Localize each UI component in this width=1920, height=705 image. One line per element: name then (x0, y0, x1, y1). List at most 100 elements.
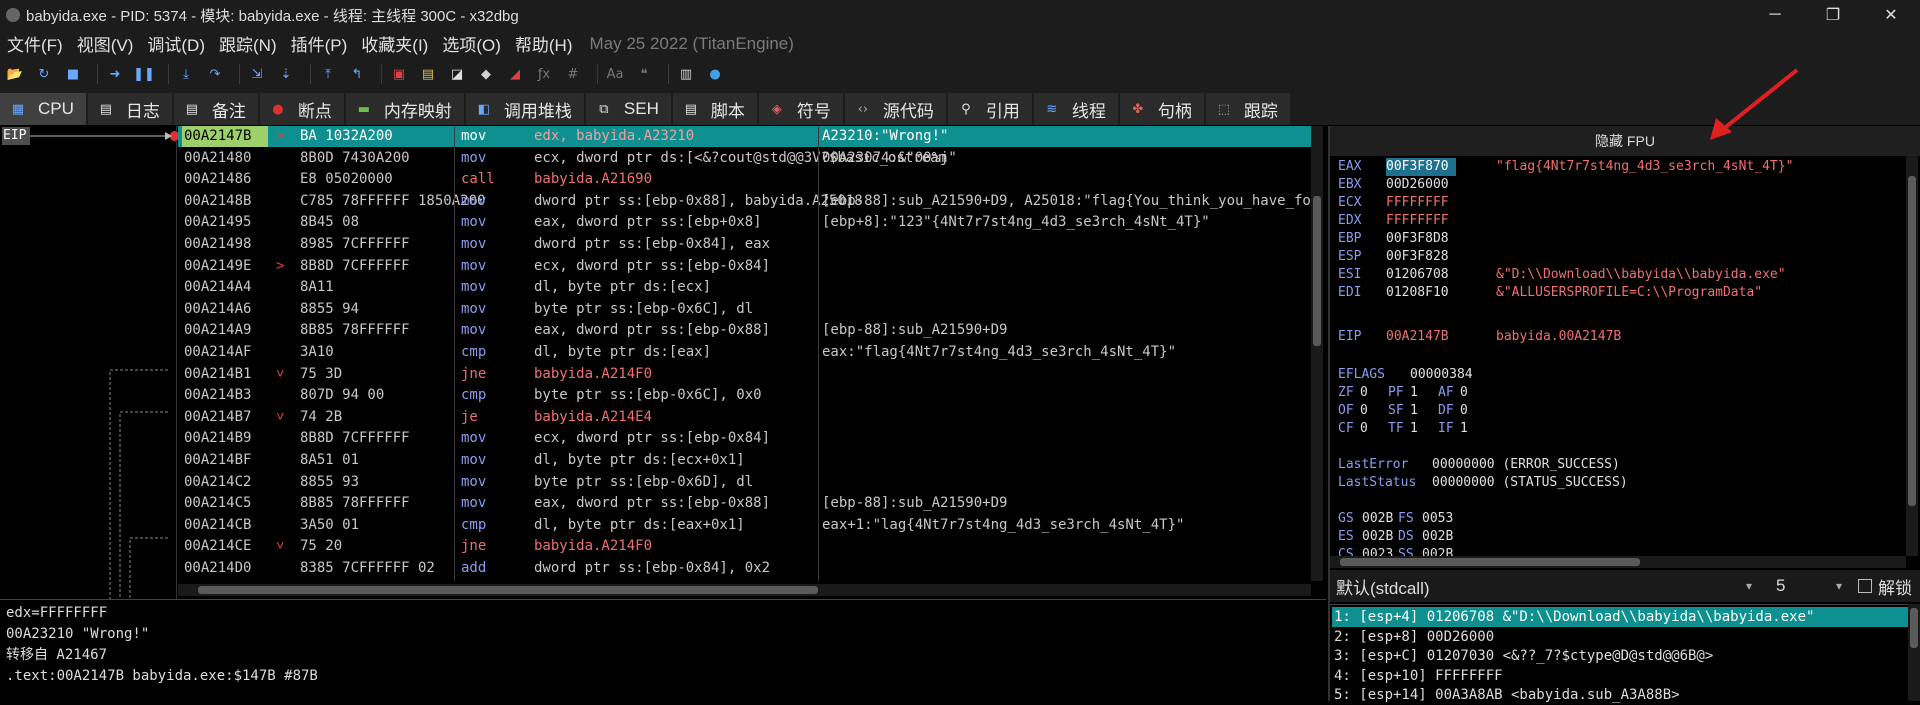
disasm-row[interactable]: 00A214C5 8B85 78FFFFFF mov eax, dword ptr s… (178, 493, 1311, 514)
tab-threads[interactable]: ≋ 线程 (1033, 93, 1118, 125)
stack-arg-row[interactable]: 5: [esp+14] 00A3A8AB <babyida.sub_A3A88B… (1332, 685, 1908, 705)
run-icon[interactable]: ➜ (104, 63, 126, 85)
tab-references[interactable]: ⚲ 引用 (947, 93, 1032, 125)
register-value[interactable]: 002B (1422, 528, 1453, 546)
stack-arg-row[interactable]: 2: [esp+8] 00D26000 (1332, 627, 1908, 647)
function-icon[interactable]: ◢ (504, 63, 526, 85)
disasm-row[interactable]: 00A21486 E8 05020000 call babyida.A21690 (178, 169, 1311, 190)
disasm-row[interactable]: 00A214AF 3A10 cmp dl, byte ptr ds:[eax] eax:… (178, 342, 1311, 363)
register-value[interactable]: FFFFFFFF (1386, 212, 1456, 230)
disasm-row[interactable]: 00A214B7 ˅ 74 2B je babyida.A214E4 (178, 407, 1311, 428)
menu-item[interactable]: 跟踪(N) (212, 31, 284, 56)
register-value[interactable]: 00F3F828 (1386, 248, 1456, 266)
register-edx[interactable]: EDX FFFFFFFF (1338, 212, 1456, 230)
register-eip[interactable]: EIP 00A2147B babyida.00A2147B (1338, 328, 1621, 346)
register-seg-fs[interactable]: FS 0053 (1398, 510, 1453, 528)
tab-cpu[interactable]: ▦ CPU (0, 93, 86, 125)
tab-trace[interactable]: ⬚ 跟踪 (1205, 93, 1290, 125)
font-icon[interactable]: Aa (604, 63, 626, 85)
menu-item[interactable]: 调试(D) (140, 31, 212, 56)
tab-seh[interactable]: ⧉ SEH (585, 93, 671, 125)
stack-arg-row[interactable]: 3: [esp+C] 01207030 <&??_7?$ctype@D@std@… (1332, 646, 1908, 666)
disasm-row[interactable]: 00A214D78385 78FFFFFF 02adddword ptr ss:… (178, 580, 1311, 581)
maximize-button[interactable]: ❐ (1804, 0, 1862, 30)
register-value[interactable]: 00000384 (1410, 366, 1473, 384)
calculator-icon[interactable]: ▥ (675, 63, 697, 85)
register-value[interactable]: 0 (1460, 402, 1468, 420)
disasm-row[interactable]: 00A21498 8985 7CFFFFFF mov dword ptr ss:[eb… (178, 234, 1311, 255)
register-eflags[interactable]: EFLAGS 00000384 (1338, 366, 1473, 384)
register-value[interactable]: 0 (1460, 384, 1468, 402)
hide-fpu-button[interactable]: 隐藏 FPU (1330, 126, 1920, 156)
register-flag-zf[interactable]: ZF 0 (1338, 384, 1368, 402)
tab-script[interactable]: ▤ 脚本 (672, 93, 757, 125)
register-value[interactable]: 0 (1360, 384, 1368, 402)
register-value[interactable]: 1 (1410, 384, 1418, 402)
register-value[interactable]: 002B (1362, 510, 1393, 528)
register-value[interactable]: 1 (1410, 420, 1418, 438)
register-value[interactable]: 0 (1360, 420, 1368, 438)
trace-over-icon[interactable]: ⇣ (275, 63, 297, 85)
disasm-row[interactable]: 00A2149E >8B8D 7CFFFFFF mov ecx, dword ptr … (178, 256, 1311, 277)
disasm-row[interactable]: 00A214A4 8A11 mov dl, byte ptr ds:[ecx] (178, 277, 1311, 298)
registers-hscroll[interactable] (1330, 556, 1906, 568)
bookmark-icon[interactable]: ◆ (475, 63, 497, 85)
disasm-row[interactable]: 00A21480 8B0D 7430A200 mov ecx, dword ptr d… (178, 148, 1311, 169)
disasm-row[interactable]: 00A214B3 807D 94 00 cmp byte ptr ss:[ebp-0x… (178, 385, 1311, 406)
stack-vscroll[interactable] (1908, 604, 1920, 701)
stack-args-view[interactable]: 1: [esp+4] 01206708 &"D:\\Download\\baby… (1330, 604, 1908, 703)
register-last-1[interactable]: LastStatus 00000000 (STATUS_SUCCESS) (1338, 474, 1628, 492)
tab-symbols[interactable]: ◈ 符号 (758, 93, 843, 125)
disassembly-vscroll[interactable] (1311, 126, 1323, 581)
run-to-return-icon[interactable]: ↰ (346, 63, 368, 85)
register-seg-ds[interactable]: DS 002B (1398, 528, 1453, 546)
menu-item[interactable]: 选项(O) (435, 31, 508, 56)
disasm-row[interactable]: 00A214C2 8855 93 mov byte ptr ss:[ebp-0x6D]… (178, 472, 1311, 493)
register-value[interactable]: 0053 (1422, 510, 1453, 528)
register-value[interactable]: 01206708 (1386, 266, 1456, 284)
tab-log[interactable]: ▤ 日志 (87, 93, 172, 125)
register-edi[interactable]: EDI 01208F10 &"ALLUSERSPROFILE=C:\\Program… (1338, 284, 1762, 302)
run-to-user-icon[interactable]: ⤒ (317, 63, 339, 85)
register-value[interactable]: 002B (1362, 528, 1393, 546)
disasm-row[interactable]: 00A214B9 8B8D 7CFFFFFF mov ecx, dword ptr s… (178, 428, 1311, 449)
stack-arg-row[interactable]: 1: [esp+4] 01206708 &"D:\\Download\\baby… (1332, 607, 1908, 627)
register-value[interactable]: 00F3F870 (1386, 158, 1456, 176)
register-value[interactable]: 00A2147B (1386, 328, 1456, 346)
step-into-icon[interactable]: ⤓ (175, 63, 197, 85)
disassembly-view[interactable]: 00A2147B > BA 1032A200 mov edx, babyida.A232… (178, 126, 1311, 581)
disasm-row[interactable]: 00A214CE ˅ 75 20 jne babyida.A214F0 (178, 536, 1311, 557)
tab-handles[interactable]: ✤ 句柄 (1119, 93, 1204, 125)
disassembly-hscroll[interactable] (178, 584, 1311, 596)
disasm-row[interactable]: 00A214B1 ˅ 75 3D jne babyida.A214F0 (178, 364, 1311, 385)
comment-icon[interactable]: ▤ (417, 63, 439, 85)
fx-icon[interactable]: ƒx (533, 63, 555, 85)
disasm-row[interactable]: 00A214A6 8855 94 mov byte ptr ss:[ebp-0x6C]… (178, 299, 1311, 320)
register-value[interactable]: 00D26000 (1386, 176, 1456, 194)
register-seg-es[interactable]: ES 002B (1338, 528, 1393, 546)
register-flag-of[interactable]: OF 0 (1338, 402, 1368, 420)
menu-item[interactable]: 插件(P) (284, 31, 355, 56)
label-icon[interactable]: ◪ (446, 63, 468, 85)
register-value[interactable]: FFFFFFFF (1386, 194, 1456, 212)
strings-icon[interactable]: ❝ (633, 63, 655, 85)
calling-convention-select[interactable]: 默认(stdcall) (1336, 574, 1746, 599)
disasm-row[interactable]: 00A21495 8B45 08 mov eax, dword ptr ss:[ebp… (178, 212, 1311, 233)
register-ebp[interactable]: EBP 00F3F8D8 (1338, 230, 1456, 248)
register-flag-sf[interactable]: SF 1 (1388, 402, 1418, 420)
disasm-row[interactable]: 00A2148B C785 78FFFFFF 1850A200 mov dword p… (178, 191, 1311, 212)
unlock-checkbox[interactable] (1858, 579, 1872, 593)
register-ecx[interactable]: ECX FFFFFFFF (1338, 194, 1456, 212)
tab-breakpoint[interactable]: ● 断点 (259, 93, 344, 125)
disasm-row[interactable]: 00A214D0 8385 7CFFFFFF 02 add dword ptr ss:… (178, 558, 1311, 579)
menu-item[interactable]: 视图(V) (70, 31, 141, 56)
disasm-row[interactable]: 00A214A9 8B85 78FFFFFF mov eax, dword ptr s… (178, 320, 1311, 341)
tab-notes[interactable]: ▤ 备注 (173, 93, 258, 125)
tab-source[interactable]: ‹› 源代码 (844, 93, 946, 125)
register-esp[interactable]: ESP 00F3F828 (1338, 248, 1456, 266)
register-flag-af[interactable]: AF 0 (1438, 384, 1468, 402)
tab-memory-map[interactable]: ▬ 内存映射 (345, 93, 464, 125)
arg-count-spinner[interactable]: 5 (1776, 576, 1836, 596)
close-button[interactable]: ✕ (1862, 0, 1920, 30)
register-flag-df[interactable]: DF 0 (1438, 402, 1468, 420)
